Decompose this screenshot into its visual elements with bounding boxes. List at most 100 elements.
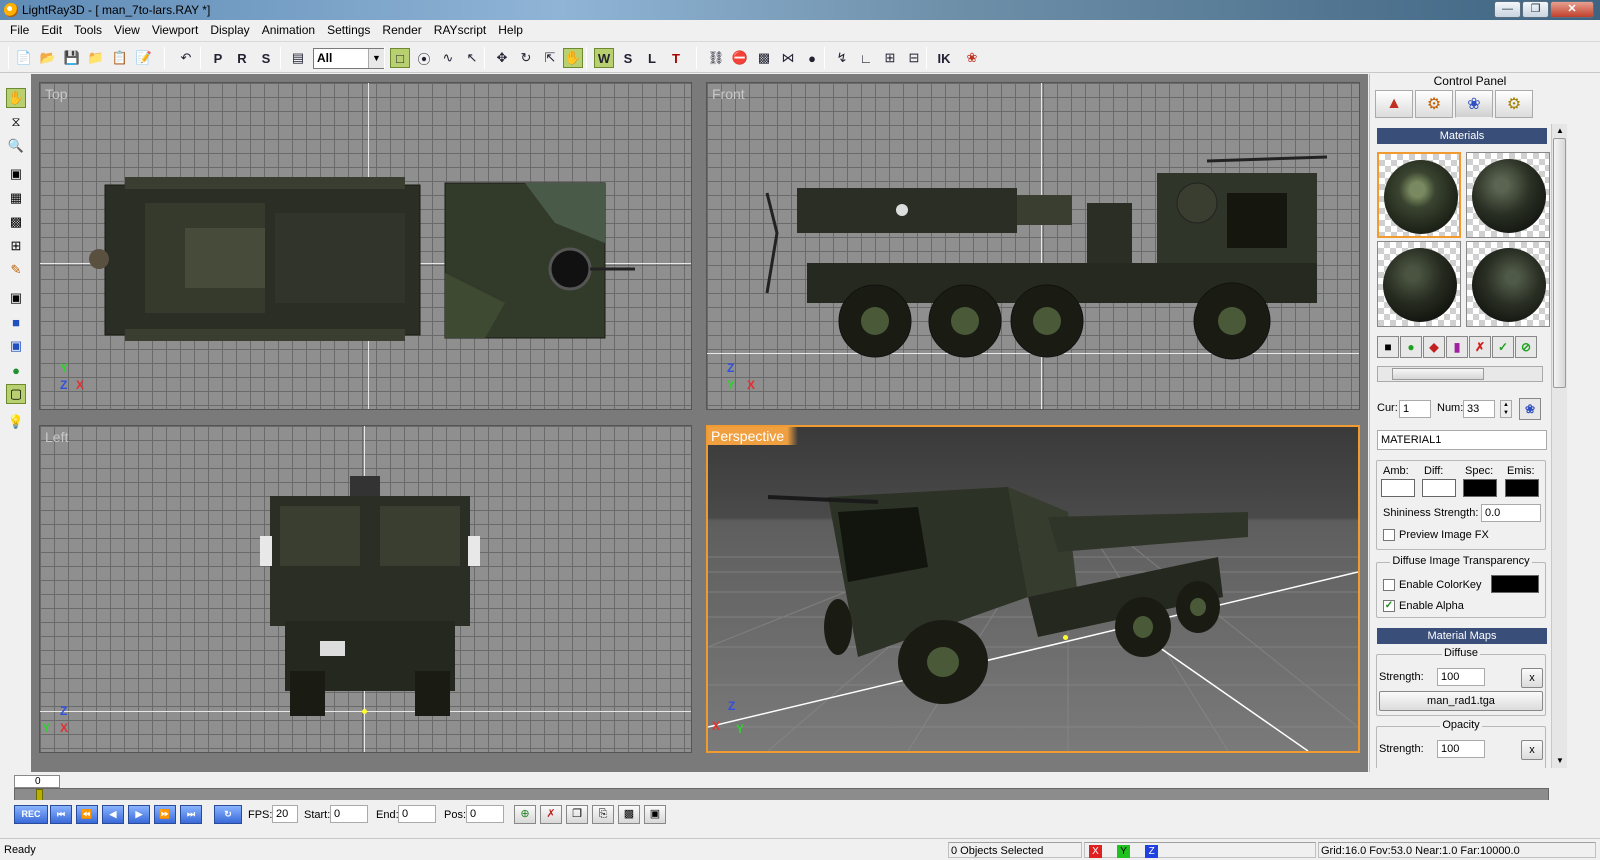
num-field[interactable]: 33 xyxy=(1463,400,1495,418)
sphere-icon[interactable]: ● xyxy=(6,360,26,380)
box-minus-icon[interactable]: ⊟ xyxy=(904,48,924,68)
minimize-button[interactable]: — xyxy=(1494,1,1521,18)
zoom-region-icon[interactable]: ▣ xyxy=(6,164,26,184)
material-slot[interactable] xyxy=(1377,241,1461,327)
viewport-front[interactable]: Front Z Y X xyxy=(706,82,1360,410)
zoom-icon[interactable]: 🔍 xyxy=(6,136,26,156)
paste-key-icon[interactable]: ⎘ xyxy=(592,805,614,824)
ik-icon[interactable]: IK xyxy=(934,48,954,68)
delete-material-icon[interactable]: ✗ xyxy=(1469,336,1491,358)
scrollbar-thumb[interactable] xyxy=(1553,138,1566,388)
emis-color-swatch[interactable] xyxy=(1505,479,1539,497)
chevron-down-icon[interactable]: ▼ xyxy=(368,49,384,68)
rewind-icon[interactable]: ⏪ xyxy=(76,805,98,824)
undo-icon[interactable]: ↶ xyxy=(176,48,196,68)
light-icon[interactable]: 💡 xyxy=(6,412,26,432)
cube-blue-icon[interactable]: ■ xyxy=(6,312,26,332)
amb-color-swatch[interactable] xyxy=(1381,479,1415,497)
unlink-icon[interactable]: ⛔ xyxy=(730,48,750,68)
export-icon[interactable]: 📝 xyxy=(134,48,154,68)
lasso-icon[interactable]: ⦿ xyxy=(414,48,434,68)
control-panel-scrollbar[interactable]: ▲ ▼ xyxy=(1551,124,1567,768)
last-frame-icon[interactable]: ⏭ xyxy=(180,805,202,824)
sphere-preview-icon[interactable]: ● xyxy=(1400,336,1422,358)
render-anim-icon[interactable]: ▣ xyxy=(644,805,666,824)
diffuse-clear-button[interactable]: x xyxy=(1521,668,1543,688)
rotate-icon[interactable]: ↻ xyxy=(516,48,536,68)
select-filter-combo[interactable]: All ▼ xyxy=(313,48,385,69)
menu-render[interactable]: Render xyxy=(376,23,427,37)
axis-z-toggle[interactable]: Z xyxy=(1145,845,1159,858)
l-axis-icon[interactable]: L xyxy=(642,48,662,68)
end-field[interactable]: 0 xyxy=(398,805,436,823)
cur-field[interactable]: 1 xyxy=(1399,400,1431,418)
spec-color-swatch[interactable] xyxy=(1463,479,1497,497)
diffuse-file-button[interactable]: man_rad1.tga xyxy=(1379,691,1543,711)
scroll-down-icon[interactable]: ▼ xyxy=(1552,754,1568,768)
material-library-icon[interactable]: ❀ xyxy=(1519,398,1541,420)
cylinder-preview-icon[interactable]: ▮ xyxy=(1446,336,1468,358)
bind-icon[interactable]: ▩ xyxy=(754,48,774,68)
settings-icon[interactable]: ⚙ xyxy=(1495,90,1533,118)
r-icon[interactable]: R xyxy=(232,48,252,68)
s-icon[interactable]: S xyxy=(256,48,276,68)
save-icon[interactable]: 💾 xyxy=(62,48,82,68)
wave-icon[interactable]: ∿ xyxy=(438,48,458,68)
orbit-icon[interactable]: ⧖ xyxy=(6,112,26,132)
select-filter-icon[interactable]: ▤ xyxy=(288,48,308,68)
scrollbar-thumb[interactable] xyxy=(1392,368,1484,380)
grid-icon[interactable]: ▦ xyxy=(6,188,26,208)
delete-key-icon[interactable]: ✗ xyxy=(540,805,562,824)
import-icon[interactable]: 📋 xyxy=(110,48,130,68)
menu-animation[interactable]: Animation xyxy=(256,23,321,37)
close-button[interactable]: ✕ xyxy=(1550,1,1594,18)
lock-key-icon[interactable]: ▩ xyxy=(618,805,640,824)
diffuse-strength-field[interactable]: 100 xyxy=(1437,668,1485,686)
link-icon[interactable]: ⛓ xyxy=(706,48,726,68)
move-icon[interactable]: ✥ xyxy=(492,48,512,68)
opacity-clear-button[interactable]: x xyxy=(1521,740,1543,760)
pos-field[interactable]: 0 xyxy=(466,805,504,823)
remove-material-icon[interactable]: ⊘ xyxy=(1515,336,1537,358)
menu-tools[interactable]: Tools xyxy=(68,23,108,37)
enable-alpha-checkbox[interactable]: ✓ xyxy=(1383,600,1395,612)
s-axis-icon[interactable]: S xyxy=(618,48,638,68)
cube-icon[interactable]: ▣ xyxy=(6,288,26,308)
view-icon[interactable]: ▩ xyxy=(6,212,26,232)
paint-icon[interactable]: ✎ xyxy=(6,260,26,280)
shininess-field[interactable]: 0.0 xyxy=(1481,504,1541,522)
texture-icon[interactable]: T xyxy=(666,48,686,68)
four-views-icon[interactable]: ⊞ xyxy=(6,236,26,256)
apply-material-icon[interactable]: ✓ xyxy=(1492,336,1514,358)
axis-x-toggle[interactable]: X xyxy=(1089,845,1102,858)
opacity-strength-field[interactable]: 100 xyxy=(1437,740,1485,758)
select-region-icon[interactable]: □ xyxy=(390,48,410,68)
cube-select-icon[interactable]: ▣ xyxy=(6,336,26,356)
material-slot[interactable] xyxy=(1466,241,1550,327)
new-icon[interactable]: 📄 xyxy=(14,48,34,68)
axis-y-toggle[interactable]: Y xyxy=(1117,845,1131,858)
fast-forward-icon[interactable]: ⏩ xyxy=(154,805,176,824)
scene-objects-icon[interactable]: ▲ xyxy=(1375,90,1413,118)
material-slot[interactable] xyxy=(1466,152,1550,238)
loop-icon[interactable]: ↻ xyxy=(214,805,242,824)
open-icon[interactable]: 📂 xyxy=(38,48,58,68)
menu-help[interactable]: Help xyxy=(492,23,529,37)
hand-transform-icon[interactable]: ✋ xyxy=(563,48,583,68)
p-icon[interactable]: P xyxy=(208,48,228,68)
enable-colorkey-checkbox[interactable] xyxy=(1383,579,1395,591)
material-slot[interactable] xyxy=(1377,152,1461,238)
menu-edit[interactable]: Edit xyxy=(35,23,68,37)
menu-display[interactable]: Display xyxy=(204,23,255,37)
hand-icon[interactable]: ✋ xyxy=(6,88,26,108)
menu-settings[interactable]: Settings xyxy=(321,23,376,37)
scale-icon[interactable]: ⇱ xyxy=(540,48,560,68)
material-scrollbar[interactable] xyxy=(1377,366,1543,382)
start-field[interactable]: 0 xyxy=(330,805,368,823)
pointer-icon[interactable]: ↖ xyxy=(462,48,482,68)
play-icon[interactable]: ▶ xyxy=(128,805,150,824)
record-button[interactable]: REC xyxy=(14,805,48,824)
cube-preview-icon[interactable]: ■ xyxy=(1377,336,1399,358)
box-plus-icon[interactable]: ⊞ xyxy=(880,48,900,68)
material-editor-icon[interactable]: ❀ xyxy=(962,48,982,68)
